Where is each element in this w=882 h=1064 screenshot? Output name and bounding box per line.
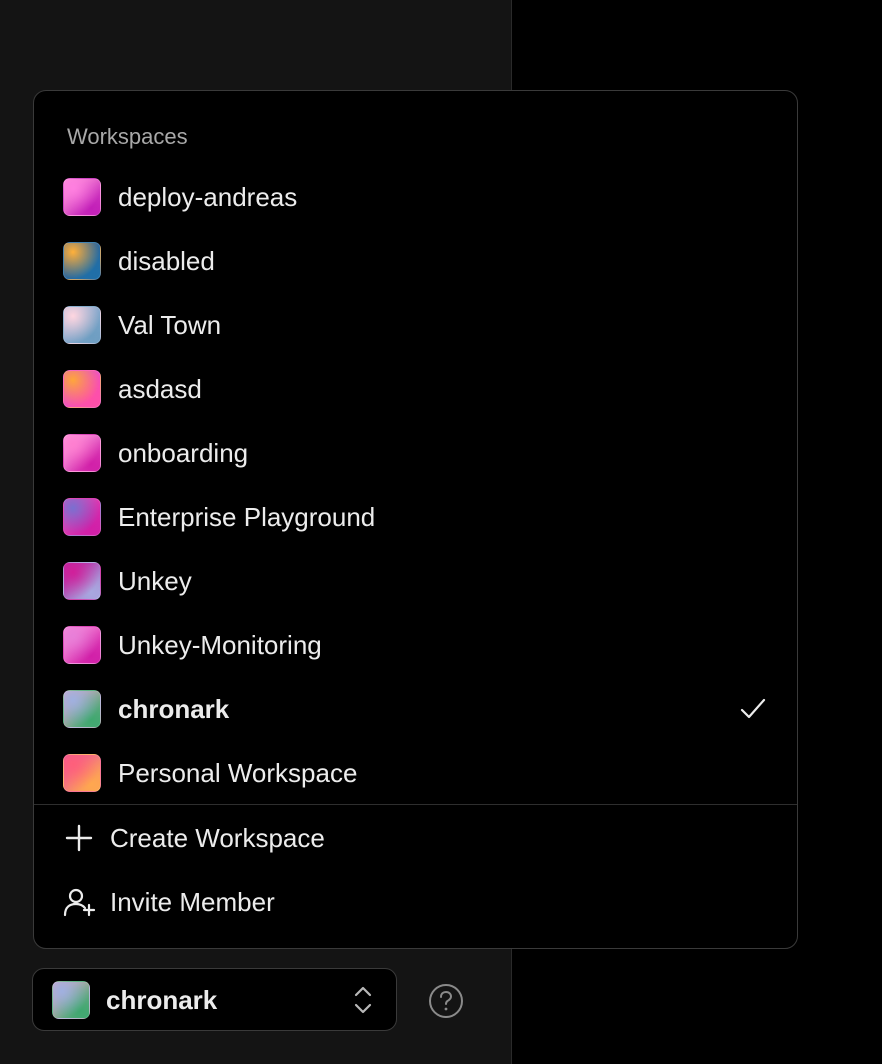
invite-member-button[interactable]: Invite Member <box>34 870 797 934</box>
avatar <box>63 690 101 728</box>
check-icon <box>740 698 766 719</box>
workspace-label: chronark <box>118 694 230 724</box>
workspace-label: Unkey <box>118 566 192 596</box>
avatar <box>63 306 101 344</box>
workspace-label: Val Town <box>118 310 222 340</box>
workspace-item[interactable]: Unkey <box>34 549 797 613</box>
workspace-item[interactable]: Val Town <box>34 293 797 357</box>
workspace-label: Personal Workspace <box>118 758 358 788</box>
workspace-item[interactable]: Personal Workspace <box>34 741 797 805</box>
workspace-label: Unkey-Monitoring <box>118 630 322 660</box>
workspace-switcher-button[interactable]: chronark <box>32 968 397 1031</box>
plus-icon <box>65 824 93 852</box>
avatar <box>63 562 101 600</box>
workspace-label: disabled <box>118 246 215 276</box>
workspace-label: Enterprise Playground <box>118 502 376 532</box>
avatar <box>63 370 101 408</box>
workspace-item[interactable]: asdasd <box>34 357 797 421</box>
workspace-item[interactable]: chronark <box>34 677 797 741</box>
workspace-item[interactable]: deploy-andreas <box>34 165 797 229</box>
menu-divider <box>34 804 797 805</box>
create-workspace-button[interactable]: Create Workspace <box>34 806 797 870</box>
help-icon[interactable] <box>427 982 465 1020</box>
avatar <box>63 242 101 280</box>
workspace-label: deploy-andreas <box>118 182 298 212</box>
avatar <box>63 754 101 792</box>
chevron-up-down-icon <box>354 986 372 1014</box>
avatar <box>63 626 101 664</box>
current-workspace-label: chronark <box>106 985 218 1015</box>
workspace-dropdown-menu: Workspaces deploy-andreas disabled Val Tow… <box>33 90 798 949</box>
user-plus-icon <box>63 888 96 917</box>
workspace-item[interactable]: disabled <box>34 229 797 293</box>
workspace-item[interactable]: onboarding <box>34 421 797 485</box>
create-workspace-label: Create Workspace <box>110 823 325 853</box>
avatar <box>52 981 90 1019</box>
avatar <box>63 178 101 216</box>
avatar <box>63 498 101 536</box>
workspace-item[interactable]: Unkey-Monitoring <box>34 613 797 677</box>
workspace-item[interactable]: Enterprise Playground <box>34 485 797 549</box>
avatar <box>63 434 101 472</box>
workspace-label: asdasd <box>118 374 202 404</box>
invite-member-label: Invite Member <box>110 887 275 917</box>
workspace-list: deploy-andreas disabled Val Town asdasd onbo… <box>34 165 797 805</box>
workspace-label: onboarding <box>118 438 249 468</box>
menu-heading: Workspaces <box>67 124 188 149</box>
